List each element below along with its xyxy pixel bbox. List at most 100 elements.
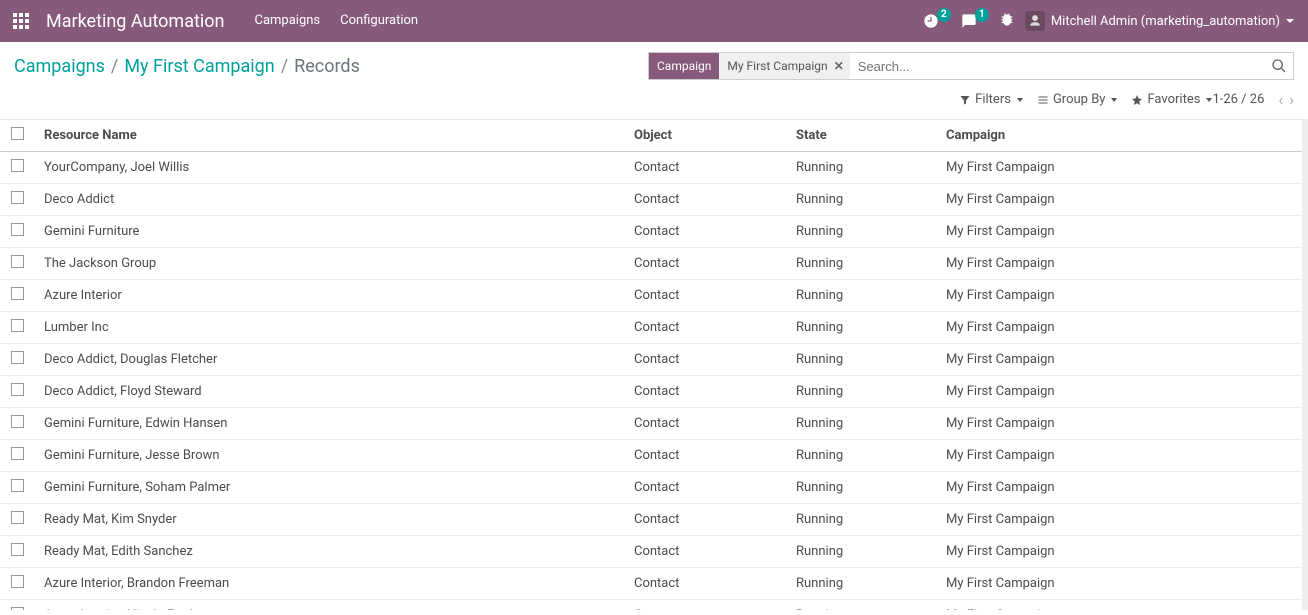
cell-state: Running: [786, 248, 936, 280]
search-facet-remove-icon[interactable]: ✕: [834, 59, 844, 73]
cell-object: Contact: [624, 600, 786, 611]
row-checkbox[interactable]: [0, 408, 34, 440]
row-checkbox[interactable]: [0, 152, 34, 184]
bug-icon: [999, 11, 1015, 27]
row-checkbox[interactable]: [0, 472, 34, 504]
cell-state: Running: [786, 344, 936, 376]
cell-object: Contact: [624, 312, 786, 344]
cell-campaign: My First Campaign: [936, 600, 1302, 611]
row-checkbox[interactable]: [0, 568, 34, 600]
table-row[interactable]: Azure Interior, Brandon FreemanContactRu…: [0, 568, 1302, 600]
table-container: Resource Name Object State Campaign Your…: [0, 119, 1308, 610]
search-box[interactable]: Campaign My First Campaign ✕: [648, 52, 1294, 80]
table-row[interactable]: Ready Mat, Edith SanchezContactRunningMy…: [0, 536, 1302, 568]
cell-object: Contact: [624, 472, 786, 504]
nav-configuration[interactable]: Configuration: [330, 0, 428, 42]
cell-state: Running: [786, 280, 936, 312]
breadcrumb-current: Records: [294, 56, 360, 77]
row-checkbox[interactable]: [0, 536, 34, 568]
star-icon: [1131, 94, 1143, 106]
table-row[interactable]: Gemini Furniture, Soham PalmerContactRun…: [0, 472, 1302, 504]
cell-campaign: My First Campaign: [936, 440, 1302, 472]
row-checkbox[interactable]: [0, 280, 34, 312]
activities-badge: 2: [937, 8, 951, 22]
cell-resource: Azure Interior: [34, 280, 624, 312]
table-row[interactable]: The Jackson GroupContactRunningMy First …: [0, 248, 1302, 280]
messages-button[interactable]: 1: [961, 13, 989, 29]
nav-campaigns[interactable]: Campaigns: [244, 0, 330, 42]
table-row[interactable]: Azure InteriorContactRunningMy First Cam…: [0, 280, 1302, 312]
cell-campaign: My First Campaign: [936, 248, 1302, 280]
search-facet: Campaign My First Campaign ✕: [649, 53, 850, 79]
row-checkbox[interactable]: [0, 216, 34, 248]
search-facet-label: Campaign: [649, 53, 719, 79]
cell-state: Running: [786, 376, 936, 408]
row-checkbox[interactable]: [0, 184, 34, 216]
cell-object: Contact: [624, 344, 786, 376]
table-row[interactable]: Deco Addict, Douglas FletcherContactRunn…: [0, 344, 1302, 376]
header-object[interactable]: Object: [624, 120, 786, 152]
table-row[interactable]: Ready Mat, Kim SnyderContactRunningMy Fi…: [0, 504, 1302, 536]
breadcrumb-sep: /: [111, 56, 118, 77]
cell-campaign: My First Campaign: [936, 184, 1302, 216]
table-row[interactable]: YourCompany, Joel WillisContactRunningMy…: [0, 152, 1302, 184]
apps-menu-icon[interactable]: [0, 0, 42, 42]
cell-resource: Gemini Furniture, Soham Palmer: [34, 472, 624, 504]
header-checkbox[interactable]: [0, 120, 34, 152]
app-title: Marketing Automation: [42, 11, 244, 32]
cell-resource: Gemini Furniture, Edwin Hansen: [34, 408, 624, 440]
chevron-down-icon: [1111, 98, 1117, 102]
activities-button[interactable]: 2: [923, 13, 951, 29]
top-nav: Campaigns Configuration: [244, 0, 428, 42]
cell-campaign: My First Campaign: [936, 504, 1302, 536]
cell-campaign: My First Campaign: [936, 152, 1302, 184]
cell-object: Contact: [624, 216, 786, 248]
topbar: Marketing Automation Campaigns Configura…: [0, 0, 1308, 42]
breadcrumb-mid[interactable]: My First Campaign: [124, 56, 274, 77]
breadcrumb-sep: /: [281, 56, 288, 77]
row-checkbox[interactable]: [0, 440, 34, 472]
table-row[interactable]: Deco AddictContactRunningMy First Campai…: [0, 184, 1302, 216]
header-campaign[interactable]: Campaign: [936, 120, 1302, 152]
search-facet-text: My First Campaign: [727, 59, 827, 73]
records-table: Resource Name Object State Campaign Your…: [0, 119, 1302, 610]
cell-resource: Azure Interior, Nicole Ford: [34, 600, 624, 611]
control-bar: Campaigns / My First Campaign / Records …: [0, 42, 1308, 84]
header-resource[interactable]: Resource Name: [34, 120, 624, 152]
messages-badge: 1: [975, 8, 989, 22]
avatar: [1025, 11, 1045, 31]
breadcrumb-root[interactable]: Campaigns: [14, 56, 105, 77]
group-by-button[interactable]: Group By: [1037, 92, 1118, 107]
pager-next-icon[interactable]: ›: [1289, 90, 1294, 109]
favorites-button[interactable]: Favorites: [1131, 92, 1212, 107]
cell-object: Contact: [624, 184, 786, 216]
table-row[interactable]: Gemini Furniture, Jesse BrownContactRunn…: [0, 440, 1302, 472]
row-checkbox[interactable]: [0, 600, 34, 611]
table-row[interactable]: Azure Interior, Nicole FordContactRunnin…: [0, 600, 1302, 611]
row-checkbox[interactable]: [0, 312, 34, 344]
pager-prev-icon[interactable]: ‹: [1278, 90, 1283, 109]
table-row[interactable]: Gemini Furniture, Edwin HansenContactRun…: [0, 408, 1302, 440]
pager-text[interactable]: 1-26 / 26: [1212, 92, 1264, 107]
table-row[interactable]: Lumber IncContactRunningMy First Campaig…: [0, 312, 1302, 344]
search-input[interactable]: [850, 53, 1293, 79]
row-checkbox[interactable]: [0, 248, 34, 280]
header-state[interactable]: State: [786, 120, 936, 152]
cell-campaign: My First Campaign: [936, 408, 1302, 440]
cell-object: Contact: [624, 376, 786, 408]
table-row[interactable]: Gemini FurnitureContactRunningMy First C…: [0, 216, 1302, 248]
cell-object: Contact: [624, 408, 786, 440]
search-icon[interactable]: [1271, 58, 1287, 78]
filters-button[interactable]: Filters: [959, 92, 1023, 107]
cell-object: Contact: [624, 440, 786, 472]
table-row[interactable]: Deco Addict, Floyd StewardContactRunning…: [0, 376, 1302, 408]
row-checkbox[interactable]: [0, 504, 34, 536]
cell-object: Contact: [624, 280, 786, 312]
user-menu[interactable]: Mitchell Admin (marketing_automation): [1025, 11, 1294, 31]
cell-campaign: My First Campaign: [936, 280, 1302, 312]
row-checkbox[interactable]: [0, 376, 34, 408]
cell-state: Running: [786, 408, 936, 440]
debug-button[interactable]: [999, 11, 1015, 31]
row-checkbox[interactable]: [0, 344, 34, 376]
cell-object: Contact: [624, 504, 786, 536]
